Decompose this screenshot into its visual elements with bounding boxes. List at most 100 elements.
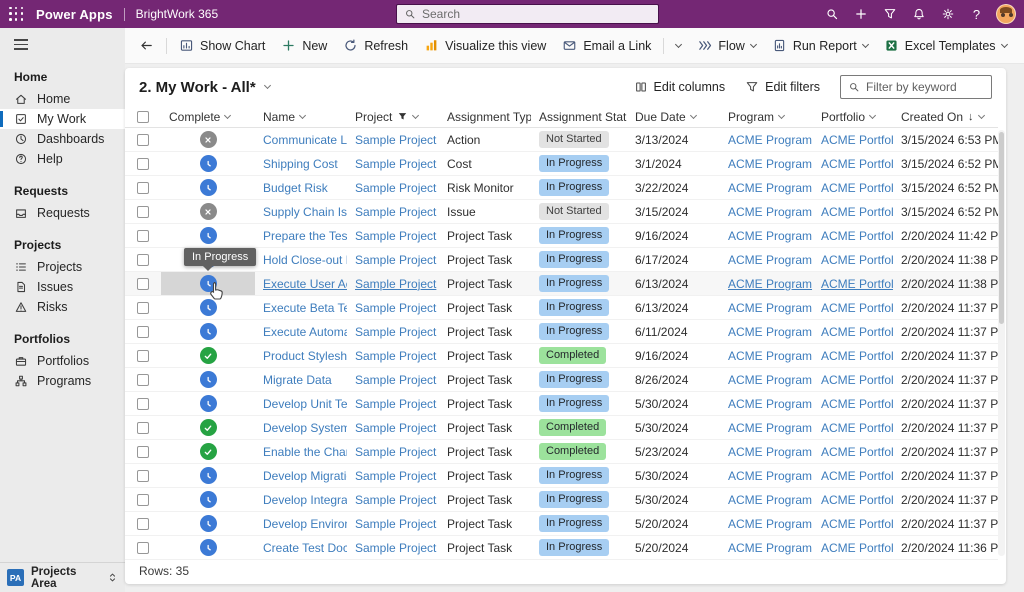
column-header-portfolio[interactable]: Portfolio [813, 110, 893, 124]
command-flow[interactable]: Flow [689, 33, 763, 59]
select-all-checkbox[interactable] [137, 111, 149, 123]
edit-filters-button[interactable]: Edit filters [745, 80, 820, 94]
table-row[interactable]: Create Test Docume...Sample ProjectProje… [125, 536, 998, 560]
row-checkbox[interactable] [137, 446, 149, 458]
add-icon[interactable] [847, 1, 874, 27]
in-progress-icon[interactable] [200, 491, 217, 508]
search-icon[interactable] [818, 1, 845, 27]
sidebar-item-issues[interactable]: Issues [0, 277, 125, 297]
program-link[interactable]: ACME Program [728, 253, 812, 267]
row-checkbox[interactable] [137, 494, 149, 506]
row-checkbox[interactable] [137, 134, 149, 146]
project-link[interactable]: Sample Project [355, 325, 436, 339]
portfolio-link[interactable]: ACME Portfolio [821, 421, 893, 435]
row-checkbox[interactable] [137, 470, 149, 482]
scrollbar-thumb[interactable] [999, 132, 1004, 324]
in-progress-icon[interactable] [200, 515, 217, 532]
completed-icon[interactable] [200, 347, 217, 364]
table-row[interactable]: Prepare the Test En...Sample ProjectProj… [125, 224, 998, 248]
completed-icon[interactable] [200, 443, 217, 460]
in-progress-icon[interactable] [200, 155, 217, 172]
portfolio-link[interactable]: ACME Portfolio [821, 253, 893, 267]
name-link[interactable]: Execute Automated... [263, 325, 347, 339]
sidebar-item-portfolios[interactable]: Portfolios [0, 351, 125, 371]
command-chevron-button[interactable] [668, 33, 689, 59]
table-row[interactable]: Execute Automated...Sample ProjectProjec… [125, 320, 998, 344]
row-checkbox[interactable] [137, 518, 149, 530]
row-checkbox[interactable] [137, 326, 149, 338]
name-link[interactable]: Create Test Docume... [263, 541, 347, 555]
project-link[interactable]: Sample Project [355, 541, 436, 555]
portfolio-link[interactable]: ACME Portfolio [821, 301, 893, 315]
row-checkbox[interactable] [137, 422, 149, 434]
table-row[interactable]: Develop System TestsSample ProjectProjec… [125, 416, 998, 440]
name-link[interactable]: Execute User Accep... [263, 277, 347, 291]
portfolio-link[interactable]: ACME Portfolio [821, 181, 893, 195]
command-export-to-excel[interactable]: Export to Excel [1015, 33, 1024, 59]
in-progress-icon[interactable] [200, 467, 217, 484]
sidebar-item-projects[interactable]: Projects [0, 257, 125, 277]
name-link[interactable]: Budget Risk [263, 181, 328, 195]
sidebar-item-programs[interactable]: Programs [0, 371, 125, 391]
in-progress-icon[interactable] [200, 323, 217, 340]
filter-icon[interactable] [876, 1, 903, 27]
in-progress-icon[interactable] [200, 299, 217, 316]
command-refresh[interactable]: Refresh [335, 33, 416, 59]
sidebar-item-dashboards[interactable]: Dashboards [0, 129, 125, 149]
command-new[interactable]: New [273, 33, 335, 59]
in-progress-icon[interactable] [200, 227, 217, 244]
project-link[interactable]: Sample Project [355, 469, 436, 483]
column-header-assignment-status[interactable]: Assignment Status [531, 110, 627, 124]
name-link[interactable]: Product Stylesheet [263, 349, 347, 363]
help-icon[interactable]: ? [963, 1, 990, 27]
portfolio-link[interactable]: ACME Portfolio [821, 277, 893, 291]
program-link[interactable]: ACME Program [728, 229, 812, 243]
program-link[interactable]: ACME Program [728, 397, 812, 411]
portfolio-link[interactable]: ACME Portfolio [821, 373, 893, 387]
program-link[interactable]: ACME Program [728, 325, 812, 339]
area-switcher[interactable]: PA Projects Area [0, 562, 125, 592]
column-header-program[interactable]: Program [720, 110, 813, 124]
table-row[interactable]: Execute User Accep...Sample ProjectProje… [125, 272, 998, 296]
row-checkbox[interactable] [137, 206, 149, 218]
portfolio-link[interactable]: ACME Portfolio [821, 445, 893, 459]
edit-columns-button[interactable]: Edit columns [634, 80, 726, 94]
global-search-box[interactable] [396, 4, 659, 24]
gear-icon[interactable] [934, 1, 961, 27]
environment-name[interactable]: BrightWork 365 [136, 7, 218, 21]
name-link[interactable]: Develop Environme... [263, 517, 347, 531]
in-progress-icon[interactable] [200, 395, 217, 412]
project-link[interactable]: Sample Project [355, 421, 436, 435]
project-link[interactable]: Sample Project [355, 517, 436, 531]
waffle-icon[interactable] [9, 7, 24, 22]
in-progress-icon[interactable] [200, 275, 217, 292]
project-link[interactable]: Sample Project [355, 349, 436, 363]
table-row[interactable]: Budget RiskSample ProjectRisk MonitorIn … [125, 176, 998, 200]
column-header-name[interactable]: Name [255, 110, 347, 124]
program-link[interactable]: ACME Program [728, 373, 812, 387]
portfolio-link[interactable]: ACME Portfolio [821, 469, 893, 483]
table-row[interactable]: Develop Integration...Sample ProjectProj… [125, 488, 998, 512]
program-link[interactable]: ACME Program [728, 133, 812, 147]
name-link[interactable]: Supply Chain Issue [263, 205, 347, 219]
program-link[interactable]: ACME Program [728, 517, 812, 531]
command-visualize-this-view[interactable]: Visualize this view [416, 33, 554, 59]
name-link[interactable]: Develop Integration... [263, 493, 347, 507]
project-link[interactable]: Sample Project [355, 397, 436, 411]
view-selector[interactable]: 2. My Work - All* [139, 79, 270, 96]
back-button[interactable] [131, 33, 162, 59]
name-link[interactable]: Migrate Data [263, 373, 332, 387]
portfolio-link[interactable]: ACME Portfolio [821, 493, 893, 507]
row-checkbox[interactable] [137, 182, 149, 194]
table-row[interactable]: Develop Unit TestsSample ProjectProject … [125, 392, 998, 416]
program-link[interactable]: ACME Program [728, 181, 812, 195]
project-link[interactable]: Sample Project [355, 253, 436, 267]
name-link[interactable]: Execute Beta Test [263, 301, 347, 315]
row-checkbox[interactable] [137, 398, 149, 410]
app-name[interactable]: Power Apps [36, 7, 113, 22]
project-link[interactable]: Sample Project [355, 373, 436, 387]
table-row[interactable]: Migrate DataSample ProjectProject TaskIn… [125, 368, 998, 392]
hamburger-icon[interactable] [0, 28, 40, 55]
sidebar-item-home[interactable]: Home [0, 89, 125, 109]
bell-icon[interactable] [905, 1, 932, 27]
